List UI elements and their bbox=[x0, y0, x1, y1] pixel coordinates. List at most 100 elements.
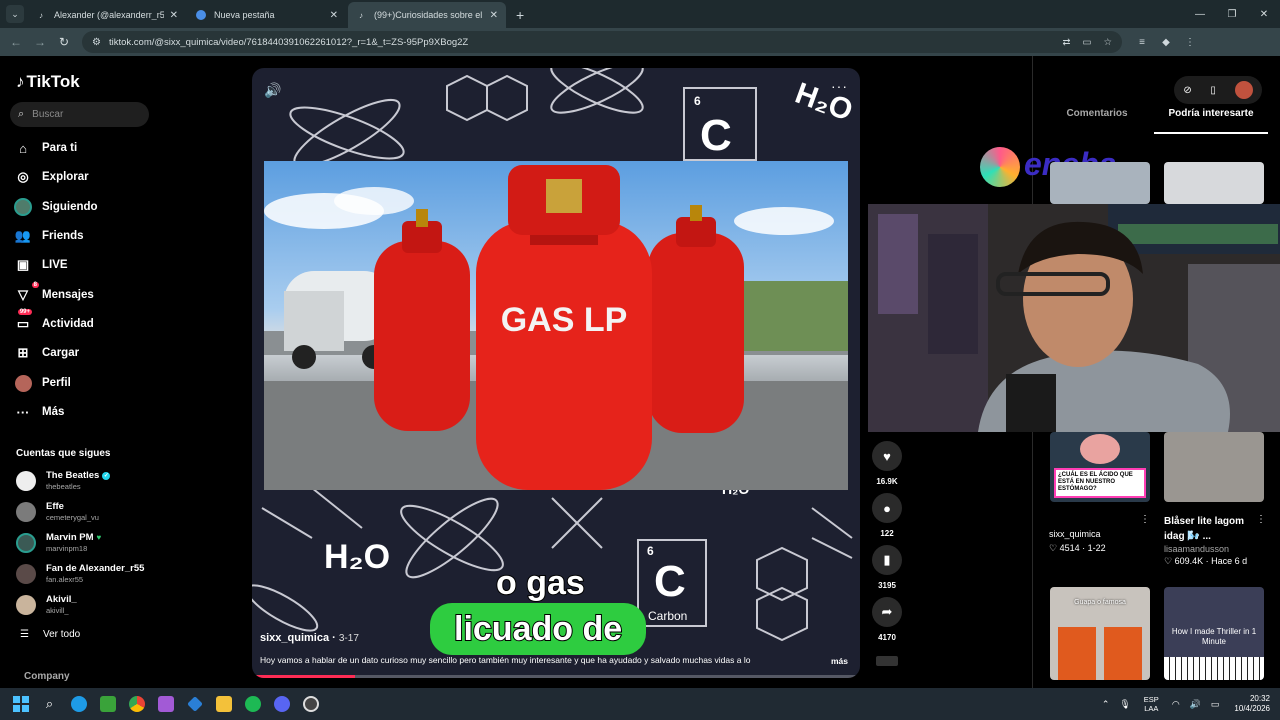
share-button[interactable]: ➦ 4170 bbox=[870, 597, 904, 642]
video-player[interactable]: 6 C 6 C Carbon H₂O H₂O H₂O 🔊 ··· bbox=[252, 68, 860, 678]
recommended-thumb[interactable]: ¿CUÁL ES EL ÁCIDO QUE ESTÁ EN NUESTRO ES… bbox=[1050, 432, 1150, 502]
tab-search-button[interactable]: ⌄ bbox=[6, 5, 24, 23]
more-description-link[interactable]: más bbox=[831, 656, 848, 666]
tab-title: (99+)Curiosidades sobre el bbox=[374, 10, 483, 20]
nav-live[interactable]: ▣ LIVE bbox=[14, 254, 68, 276]
messages-badge: 8 bbox=[31, 282, 39, 288]
company-link[interactable]: Company bbox=[24, 671, 70, 682]
activity-badge: 99+ bbox=[17, 309, 32, 315]
address-bar[interactable]: ⚙ tiktok.com/@sixx_quimica/video/7618440… bbox=[82, 31, 1122, 53]
compass-icon[interactable]: ⊘ bbox=[1183, 85, 1191, 96]
video-progress-bar[interactable] bbox=[252, 675, 860, 678]
menu-icon[interactable]: ⋮ bbox=[1178, 37, 1202, 48]
compass-icon: ◎ bbox=[17, 169, 29, 184]
account-item[interactable]: The Beatles ✓ thebeatles bbox=[16, 468, 111, 494]
tiktok-note-icon: ♪ bbox=[16, 72, 25, 91]
recommended-thumb[interactable] bbox=[1050, 162, 1150, 204]
extension-icon[interactable]: ◆ bbox=[1154, 37, 1178, 48]
tab-podria-interesarte[interactable]: Podría interesarte bbox=[1154, 108, 1268, 134]
like-button[interactable]: ♥ 16.9K bbox=[870, 441, 904, 486]
bookmark-star-icon[interactable]: ☆ bbox=[1103, 37, 1112, 48]
nav-actividad[interactable]: ▭ 99+ Actividad bbox=[14, 309, 94, 335]
following-section-label: Cuentas que sigues bbox=[16, 448, 111, 459]
avatar bbox=[16, 595, 36, 615]
nav-perfil[interactable]: Perfil bbox=[14, 372, 71, 394]
battery-icon[interactable]: ▭ bbox=[1211, 699, 1220, 710]
minimize-icon[interactable]: — bbox=[1184, 9, 1216, 20]
tiktok-logo[interactable]: ♪ TikTok bbox=[16, 72, 80, 92]
comment-button[interactable]: ● 122 bbox=[870, 493, 904, 538]
tab-search-icon[interactable]: ≡ bbox=[1130, 37, 1154, 48]
thumb-caption: ¿CUÁL ES EL ÁCIDO QUE ESTÁ EN NUESTRO ES… bbox=[1054, 468, 1146, 498]
recommended-thumb[interactable]: Guapa o famosa bbox=[1050, 587, 1150, 680]
piano-keys bbox=[1164, 657, 1264, 680]
install-icon[interactable]: ▭ bbox=[1082, 37, 1091, 48]
account-item[interactable]: Fan de Alexander_r55 fan.alexr55 bbox=[16, 561, 144, 587]
chrome-icon[interactable] bbox=[122, 688, 151, 720]
music-disc-icon[interactable] bbox=[876, 656, 898, 666]
browser-tab-active[interactable]: ♪ (99+)Curiosidades sobre el ✕ bbox=[348, 2, 506, 28]
nav-mas[interactable]: ··· Más bbox=[14, 401, 65, 423]
translate-icon[interactable]: ⇄ bbox=[1063, 37, 1071, 48]
nav-para-ti[interactable]: ⌂ Para ti bbox=[14, 137, 77, 159]
browser-tab[interactable]: Nueva pestaña ✕ bbox=[188, 2, 346, 28]
app-icon[interactable] bbox=[180, 688, 209, 720]
recommended-thumb[interactable] bbox=[1164, 432, 1264, 502]
app-icon[interactable] bbox=[151, 688, 180, 720]
wifi-icon[interactable]: ◠ bbox=[1172, 699, 1180, 710]
microphone-icon[interactable]: 🎙 bbox=[1119, 699, 1130, 710]
account-item[interactable]: Effe cemeterygal_vu bbox=[16, 499, 99, 525]
recommended-thumb[interactable] bbox=[1164, 162, 1264, 204]
discord-icon[interactable] bbox=[267, 688, 296, 720]
profile-icon bbox=[14, 374, 32, 392]
close-tab-icon[interactable]: ✕ bbox=[330, 10, 338, 21]
account-item[interactable]: Akivil_ akivill_ bbox=[16, 592, 77, 618]
reload-icon[interactable]: ↻ bbox=[52, 35, 76, 49]
close-window-icon[interactable]: ✕ bbox=[1248, 9, 1280, 20]
nav-cargar[interactable]: ⊞ Cargar bbox=[14, 342, 80, 364]
svg-text:Carbon: Carbon bbox=[648, 609, 687, 623]
more-options-icon[interactable]: ⋮ bbox=[1140, 514, 1150, 525]
nav-siguiendo[interactable]: Siguiendo bbox=[14, 196, 98, 218]
language-indicator[interactable]: ESP LAA bbox=[1144, 695, 1159, 713]
tab-comentarios[interactable]: Comentarios bbox=[1040, 108, 1154, 134]
nav-mensajes[interactable]: ▽ 8 Mensajes bbox=[14, 282, 94, 306]
search-icon[interactable]: ⌕ bbox=[35, 688, 64, 720]
site-info-icon[interactable]: ⚙ bbox=[92, 37, 101, 48]
back-icon[interactable]: ← bbox=[4, 35, 28, 49]
chevron-up-icon[interactable]: ⌃ bbox=[1102, 699, 1110, 710]
video-author[interactable]: sixx_quimica · 3-17 bbox=[260, 632, 359, 644]
restore-icon[interactable]: ❐ bbox=[1216, 9, 1248, 20]
close-tab-icon[interactable]: ✕ bbox=[490, 10, 498, 21]
recommended-meta: Blåser lite lagom idag 🌬️ ... lisaamandu… bbox=[1164, 516, 1248, 566]
edge-icon[interactable] bbox=[64, 688, 93, 720]
volume-icon[interactable]: 🔊 bbox=[1190, 699, 1201, 710]
file-explorer-icon[interactable] bbox=[209, 688, 238, 720]
windows-start-icon[interactable] bbox=[6, 688, 35, 720]
app-icon[interactable] bbox=[296, 688, 325, 720]
new-tab-icon[interactable]: + bbox=[516, 7, 524, 23]
clock[interactable]: 20:32 10/4/2026 bbox=[1234, 694, 1270, 715]
account-item[interactable]: Marvin PM ♥ marvinpm18 bbox=[16, 530, 101, 556]
video-progress-fill bbox=[252, 675, 356, 678]
spotify-icon[interactable] bbox=[238, 688, 267, 720]
see-all-link[interactable]: ☰ Ver todo bbox=[20, 629, 80, 640]
close-tab-icon[interactable]: ✕ bbox=[170, 10, 178, 21]
nav-friends[interactable]: 👥 Friends bbox=[14, 225, 84, 247]
user-avatar[interactable] bbox=[1234, 81, 1253, 99]
volume-icon[interactable]: 🔊 bbox=[264, 82, 281, 99]
avatar bbox=[16, 471, 36, 491]
minecraft-icon[interactable] bbox=[93, 688, 122, 720]
live-icon: ▣ bbox=[16, 257, 30, 272]
nav-explorar[interactable]: ◎ Explorar bbox=[14, 166, 88, 188]
browser-tab[interactable]: ♪ Alexander (@alexanderr_r55) | TikTok ✕ bbox=[28, 2, 186, 28]
save-button[interactable]: ▮ 3195 bbox=[870, 545, 904, 590]
more-options-icon[interactable]: ⋮ bbox=[1256, 514, 1266, 525]
device-icon[interactable]: ▯ bbox=[1210, 85, 1216, 96]
search-input[interactable]: ⌕ Buscar bbox=[10, 102, 149, 127]
tiktok-sidebar: ♪ TikTok ⌕ Buscar ⌂ Para ti ◎ Explorar Sig… bbox=[0, 56, 250, 688]
avatar bbox=[16, 564, 36, 584]
more-options-icon[interactable]: ··· bbox=[831, 78, 848, 94]
forward-icon[interactable]: → bbox=[28, 35, 52, 49]
recommended-thumb[interactable]: How I made Thriller in 1 Minute bbox=[1164, 587, 1264, 680]
